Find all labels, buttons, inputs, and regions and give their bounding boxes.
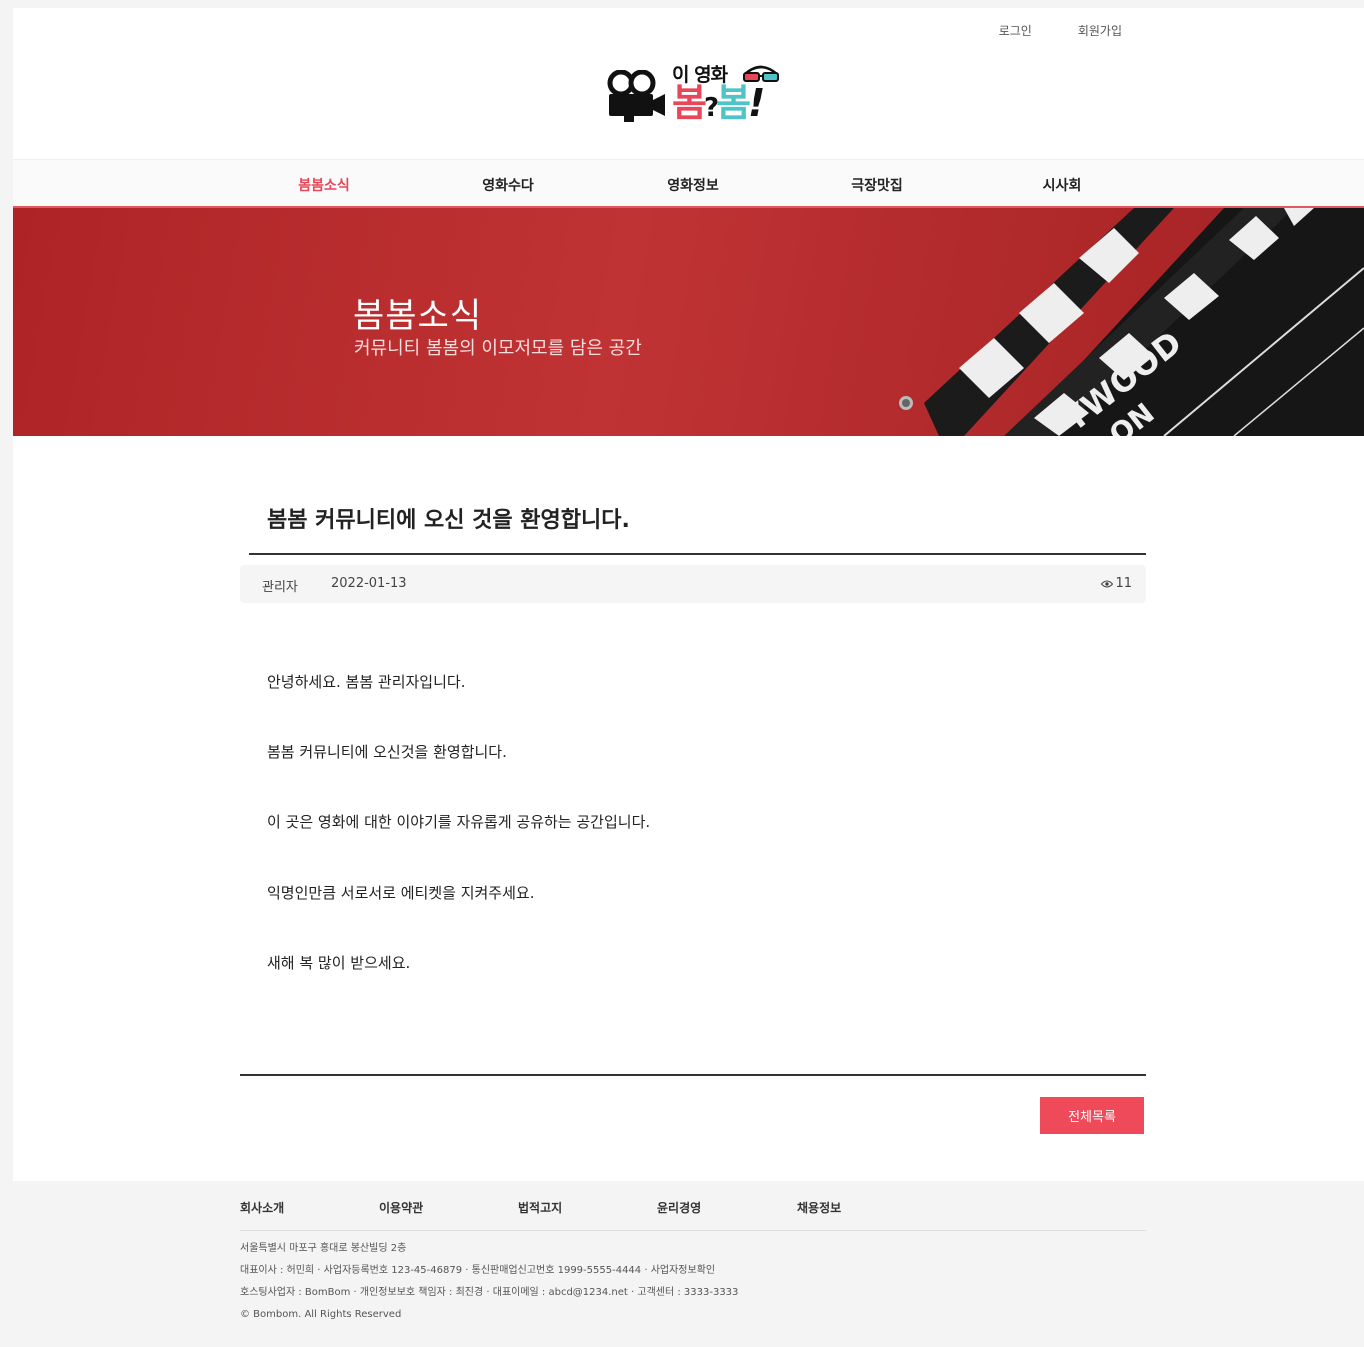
post-paragraph: 봄봄 커뮤니티에 오신것을 환영합니다.	[267, 743, 507, 761]
post-paragraph: 이 곳은 영화에 대한 이야기를 자유롭게 공유하는 공간입니다.	[267, 813, 651, 831]
post-detail: 봄봄 커뮤니티에 오신 것을 환영합니다. 관리자 2022-01-13 11 …	[13, 436, 1364, 1181]
post-views: 11	[1101, 576, 1132, 591]
footer-link-ethics[interactable]: 윤리경영	[657, 1199, 701, 1216]
body-divider	[240, 1074, 1146, 1076]
post-author: 관리자	[262, 580, 298, 595]
post-date: 2022-01-13	[331, 576, 407, 591]
post-paragraph: 안녕하세요. 봄봄 관리자입니다.	[267, 673, 466, 691]
hero-title: 봄봄소식	[353, 296, 483, 336]
company-registration: 대표이사 : 허민희 · 사업자등록번호 123-45-46879 · 통신판매…	[240, 1265, 716, 1276]
nav-item-preview[interactable]: 시사회	[1043, 175, 1082, 195]
post-paragraph: 새해 복 많이 받으세요.	[267, 954, 411, 972]
signup-link[interactable]: 회원가입	[1078, 22, 1122, 39]
footer-link-terms[interactable]: 이용약관	[379, 1199, 423, 1216]
title-divider	[249, 553, 1146, 555]
footer-nav: 회사소개 이용약관 법적고지 윤리경영 채용정보	[240, 1199, 1146, 1231]
post-title: 봄봄 커뮤니티에 오신 것을 환영합니다.	[267, 508, 630, 533]
3d-glasses-icon	[743, 65, 779, 82]
view-count: 11	[1115, 576, 1132, 591]
footer-link-careers[interactable]: 채용정보	[797, 1199, 841, 1216]
company-info: 서울특별시 마포구 홍대로 봉산빌딩 2층 대표이사 : 허민희 · 사업자등록…	[240, 1238, 738, 1326]
login-link[interactable]: 로그인	[999, 22, 1032, 39]
nav-item-movie-talk[interactable]: 영화수다	[482, 175, 534, 195]
footer: 회사소개 이용약관 법적고지 윤리경영 채용정보 서울특별시 마포구 홍대로 봉…	[13, 1181, 1364, 1347]
movie-camera-icon	[607, 70, 665, 122]
logo-wordmark: 봄?봄!	[672, 81, 765, 125]
list-all-button[interactable]: 전체목록	[1040, 1097, 1144, 1134]
copyright: © Bombom. All Rights Reserved	[240, 1309, 402, 1320]
hero-banner: YWOOD ON 봄봄소식 커뮤니티 봄봄의 이모저모를 담은 공간	[13, 208, 1364, 436]
post-paragraph: 익명인만큼 서로서로 에티켓을 지켜주세요.	[267, 884, 535, 902]
site-logo[interactable]: 이 영화 봄?봄!	[606, 60, 786, 130]
nav-item-bombom-news[interactable]: 봄봄소식	[298, 175, 350, 195]
clapperboard-icon: YWOOD ON	[899, 208, 1364, 436]
footer-link-company[interactable]: 회사소개	[240, 1199, 284, 1216]
utility-links: 로그인 회원가입	[999, 22, 1122, 39]
company-contact: 호스팅사업자 : BomBom · 개인정보보호 책임자 : 최진경 · 대표이…	[240, 1287, 739, 1298]
eye-icon	[1101, 580, 1114, 587]
header: 로그인 회원가입 이 영화 봄?봄!	[13, 8, 1364, 160]
page: 로그인 회원가입 이 영화 봄?봄! 봄봄소식 영화수다 영화정보 극장맛집 시…	[13, 8, 1364, 1347]
hero-subtitle: 커뮤니티 봄봄의 이모저모를 담은 공간	[354, 338, 642, 359]
company-address: 서울특별시 마포구 홍대로 봉산빌딩 2층	[240, 1243, 407, 1254]
nav-item-movie-info[interactable]: 영화정보	[667, 175, 719, 195]
nav-item-theater-food[interactable]: 극장맛집	[851, 175, 903, 195]
post-meta: 관리자 2022-01-13 11	[240, 565, 1146, 603]
footer-link-legal[interactable]: 법적고지	[518, 1199, 562, 1216]
main-nav: 봄봄소식 영화수다 영화정보 극장맛집 시사회	[13, 160, 1364, 208]
